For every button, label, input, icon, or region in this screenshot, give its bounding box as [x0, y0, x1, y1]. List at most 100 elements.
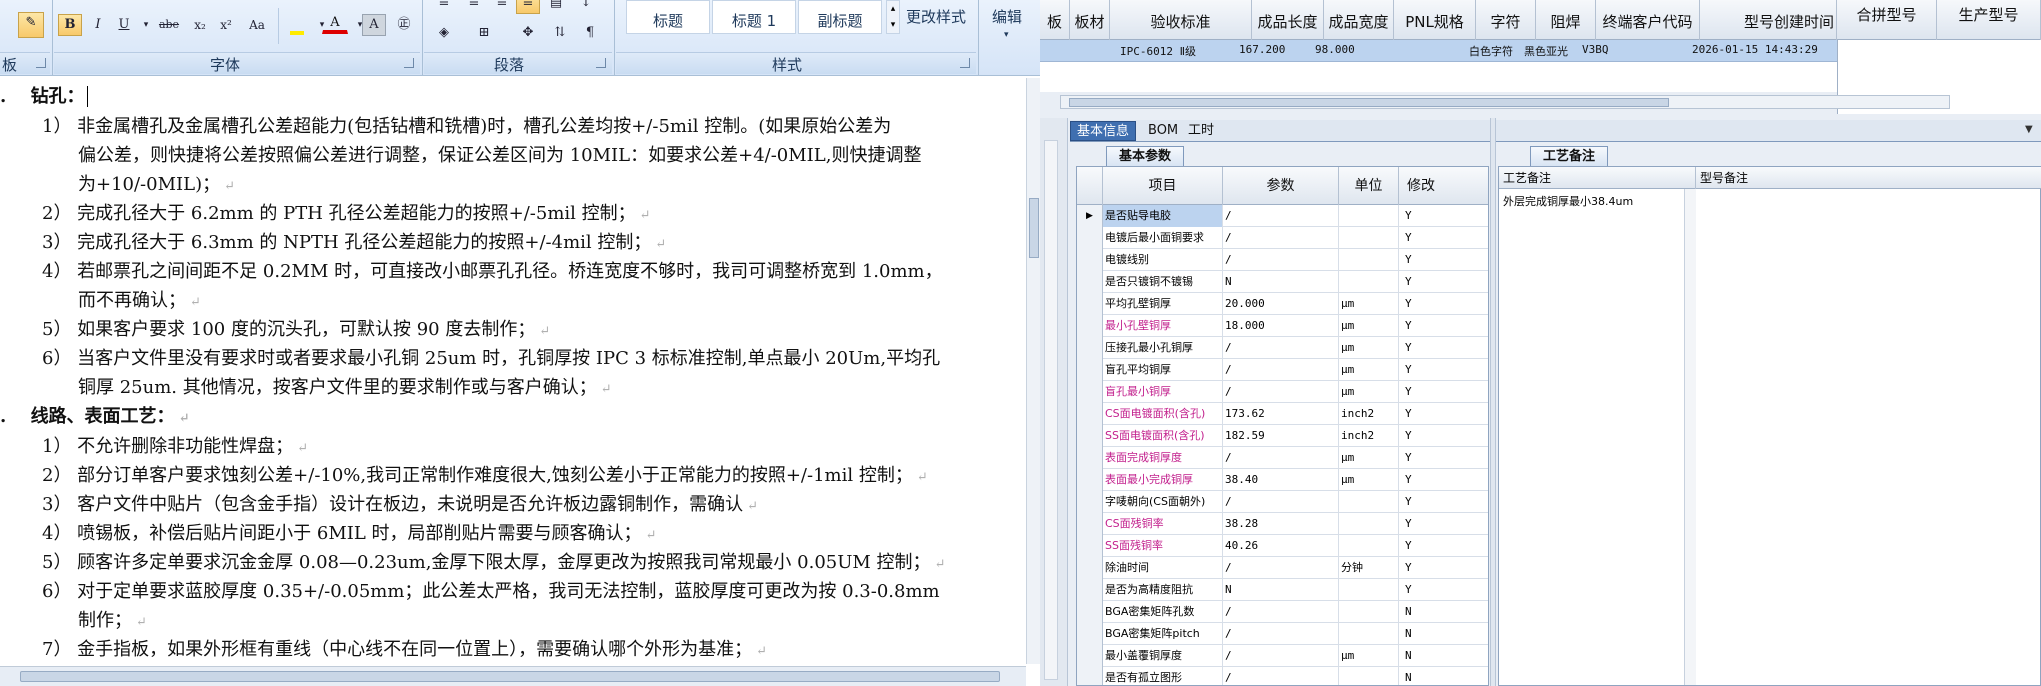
table-row[interactable]: 是否只镀铜不镀锡 N Y [1077, 271, 1488, 293]
table-row[interactable]: CS面电镀面积(含孔) 173.62 inch2 Y [1077, 403, 1488, 425]
col-end-customer-code[interactable]: 终端客户代码 [1596, 0, 1700, 40]
row-indicator[interactable] [1077, 337, 1103, 359]
table-row[interactable]: 是否有孤立图形 / N [1077, 667, 1488, 685]
cell-value[interactable]: 38.28 [1223, 513, 1339, 535]
table-row[interactable]: 除油时间 / 分钟 Y [1077, 557, 1488, 579]
table-row[interactable]: SS面电镀面积(含孔) 182.59 inch2 Y [1077, 425, 1488, 447]
table-row[interactable]: 是否为高精度阻抗 N Y [1077, 579, 1488, 601]
font-launcher-icon[interactable] [404, 58, 414, 68]
paragraph-launcher-icon[interactable] [596, 58, 606, 68]
align-right-icon[interactable]: ≡ [490, 0, 514, 14]
row-indicator[interactable] [1077, 513, 1103, 535]
row-indicator[interactable] [1077, 623, 1103, 645]
cell-value[interactable]: / [1223, 491, 1339, 513]
cell-value[interactable]: / [1223, 337, 1339, 359]
row-indicator[interactable] [1077, 271, 1103, 293]
superscript-button[interactable]: x² [214, 14, 238, 36]
tab-hours[interactable]: 工时 [1182, 121, 1220, 141]
col-modify[interactable]: 修改 [1399, 167, 1488, 205]
col-character[interactable]: 字符 [1476, 0, 1536, 40]
col-pnl-spec[interactable]: PNL规格 [1394, 0, 1476, 40]
table-row[interactable]: 电镀后最小面铜要求 / Y [1077, 227, 1488, 249]
subscript-button[interactable]: x₂ [188, 14, 212, 36]
row-indicator[interactable] [1077, 601, 1103, 623]
col-acceptance-standard[interactable]: 验收标准 [1110, 0, 1252, 40]
panel-splitter[interactable] [1490, 118, 1496, 686]
tab-bom[interactable]: BOM [1142, 121, 1184, 141]
document-horizontal-scrollbar[interactable] [0, 666, 1026, 686]
row-indicator[interactable]: ▶ [1077, 205, 1103, 227]
table-row[interactable]: 最小盖覆铜厚度 / μm N [1077, 645, 1488, 667]
shading-icon[interactable]: ◈ [432, 22, 456, 44]
grid-horizontal-scrollbar[interactable] [1060, 95, 1950, 109]
table-row[interactable]: 压接孔最小孔铜厚 / μm Y [1077, 337, 1488, 359]
col-item[interactable]: 项目 [1103, 167, 1223, 205]
scroll-thumb[interactable] [1029, 198, 1039, 258]
row-indicator[interactable] [1077, 227, 1103, 249]
table-row[interactable]: SS面残铜率 40.26 Y [1077, 535, 1488, 557]
col-production-model[interactable]: 生产型号 [1937, 0, 2041, 40]
edit-button[interactable]: 编辑 [992, 6, 1022, 27]
cell-value[interactable]: 40.26 [1223, 535, 1339, 557]
sort-icon[interactable]: ⇅ [548, 22, 572, 44]
styles-scroll-icon[interactable]: ▴ ▾ [886, 0, 900, 34]
align-left-icon[interactable]: ≡ [432, 0, 456, 14]
document-body[interactable]: . 钻孔： 1） 非金属槽孔及金属槽孔公差超能力(包括钻槽和铣槽)时，槽孔公差均… [0, 78, 1026, 664]
col-created-time[interactable]: 型号创建时间 [1700, 0, 1837, 40]
col-board-thickness[interactable]: 板厚 [1040, 0, 1070, 75]
scroll-thumb[interactable] [20, 671, 1000, 682]
cell-value[interactable]: 20.000 [1223, 293, 1339, 315]
clipboard-launcher-icon[interactable] [36, 58, 46, 68]
col-model-remark[interactable]: 型号备注 [1696, 167, 2041, 189]
col-unit[interactable]: 单位 [1339, 167, 1399, 205]
edit-dropdown-icon[interactable]: ▾ [1004, 30, 1009, 40]
table-row[interactable]: BGA密集矩阵孔数 / N [1077, 601, 1488, 623]
cell-value[interactable]: 18.000 [1223, 315, 1339, 337]
row-indicator[interactable] [1077, 403, 1103, 425]
cell-value[interactable]: / [1223, 381, 1339, 403]
cell-value[interactable]: / [1223, 645, 1339, 667]
strikethrough-button[interactable]: abe [154, 14, 184, 36]
table-row[interactable]: 最小孔壁铜厚 18.000 μm Y [1077, 315, 1488, 337]
remark-scrollbar[interactable] [1684, 189, 1696, 685]
col-material[interactable]: 板材 [1070, 0, 1110, 40]
line-spacing-icon[interactable]: ↕ [574, 0, 598, 14]
row-indicator[interactable] [1077, 359, 1103, 381]
document-vertical-scrollbar[interactable] [1026, 78, 1040, 664]
row-indicator[interactable] [1077, 667, 1103, 685]
style-subtitle[interactable]: 副标题 [798, 0, 882, 34]
cell-value[interactable]: 182.59 [1223, 425, 1339, 447]
highlight-icon[interactable] [284, 14, 310, 36]
style-title[interactable]: 标题 [626, 0, 710, 34]
table-row[interactable]: BGA密集矩阵pitch / N [1077, 623, 1488, 645]
cell-value[interactable]: 38.40 [1223, 469, 1339, 491]
paragraph-mark-icon[interactable]: ¶ [578, 22, 602, 44]
row-indicator[interactable] [1077, 579, 1103, 601]
cell-value[interactable]: / [1223, 667, 1339, 685]
subtab-basic-params[interactable]: 基本参数 [1106, 146, 1185, 166]
table-row[interactable]: 盲孔平均铜厚 / μm Y [1077, 359, 1488, 381]
table-row[interactable]: CS面残铜率 38.28 Y [1077, 513, 1488, 535]
cell-value[interactable]: / [1223, 601, 1339, 623]
row-indicator[interactable] [1077, 447, 1103, 469]
table-row[interactable]: 表面完成铜厚度 / μm Y [1077, 447, 1488, 469]
change-case-button[interactable]: Aa [240, 14, 274, 36]
change-styles-button[interactable]: 更改样式 [906, 6, 966, 27]
underline-button[interactable]: U [112, 14, 136, 36]
col-length[interactable]: 成品长度 [1252, 0, 1324, 40]
italic-button[interactable]: I [86, 14, 110, 36]
row-indicator[interactable] [1077, 557, 1103, 579]
col-param[interactable]: 参数 [1223, 167, 1339, 205]
subtab-process-remarks[interactable]: 工艺备注 [1530, 146, 1609, 166]
format-painter-icon[interactable]: ✎ [18, 12, 44, 38]
cell-value[interactable]: 173.62 [1223, 403, 1339, 425]
table-row[interactable]: 平均孔壁铜厚 20.000 μm Y [1077, 293, 1488, 315]
distributed-icon[interactable]: ▤ [544, 0, 568, 14]
cell-value[interactable]: / [1223, 205, 1339, 227]
process-remark-text[interactable]: 外层完成铜厚最小38.4um [1503, 193, 1633, 209]
row-indicator[interactable] [1077, 381, 1103, 403]
row-indicator[interactable] [1077, 491, 1103, 513]
tab-basic-info[interactable]: 基本信息 [1070, 121, 1137, 141]
cell-value[interactable]: / [1223, 249, 1339, 271]
cell-value[interactable]: N [1223, 579, 1339, 601]
